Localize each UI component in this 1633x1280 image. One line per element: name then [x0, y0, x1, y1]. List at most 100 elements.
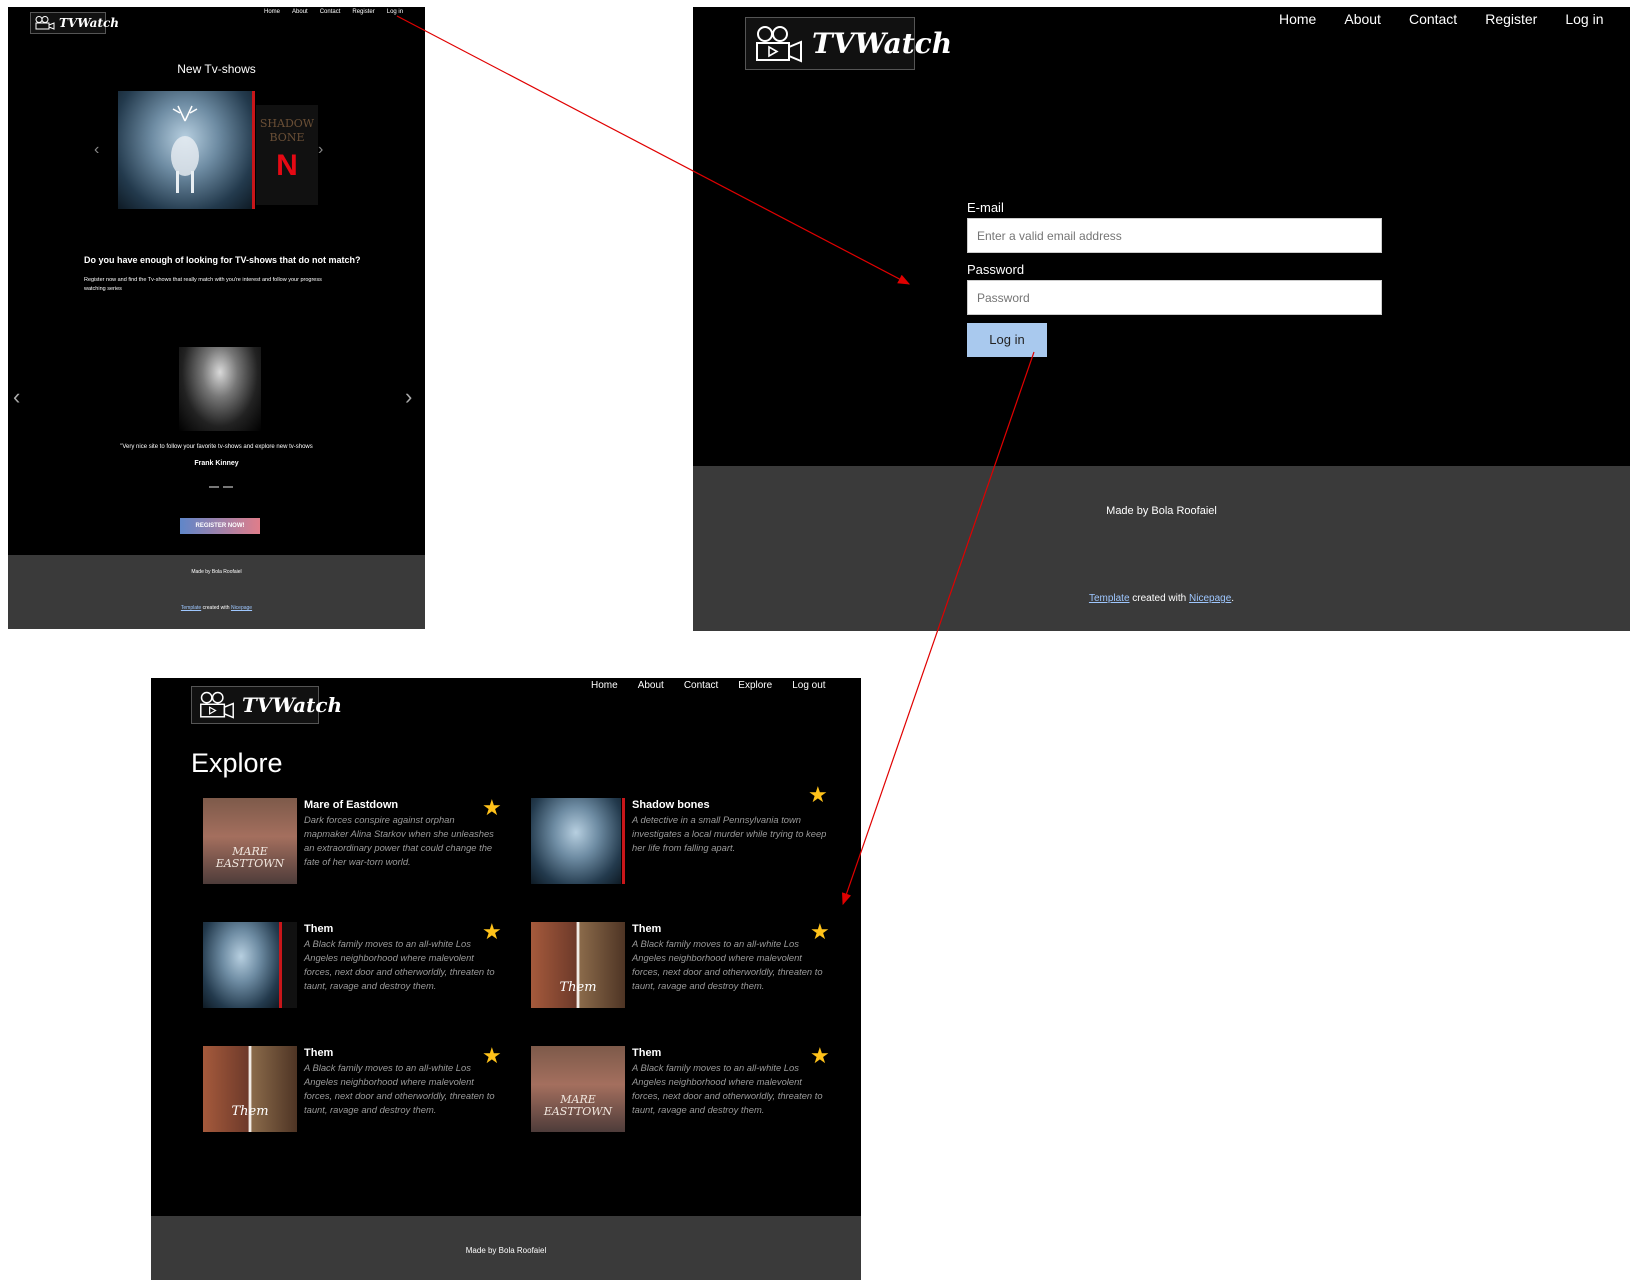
favorite-star-icon[interactable]: ★ — [808, 784, 828, 806]
home-page-screenshot: TVWatch Home About Contact Register Log … — [8, 7, 425, 629]
show-card[interactable]: Them Them A Black family moves to an all… — [531, 921, 831, 1017]
logo[interactable]: TVWatch — [745, 17, 952, 70]
poster-shadow — [531, 798, 621, 884]
nav-contact[interactable]: Contact — [684, 680, 718, 691]
carousel-prev-icon[interactable]: ‹ — [94, 141, 99, 159]
show-card[interactable]: Shadow bones A detective in a small Penn… — [531, 784, 831, 893]
card-description: Dark forces conspire against orphan mapm… — [304, 814, 494, 867]
email-field[interactable] — [967, 218, 1382, 253]
card-title: Them — [304, 923, 334, 935]
camera-icon — [754, 25, 804, 63]
footer-made-by: Made by Bola Roofaiel — [191, 569, 242, 575]
favorite-star-icon[interactable]: ★ — [482, 1045, 502, 1067]
stag-silhouette — [171, 105, 199, 193]
poster-red-bar — [622, 798, 625, 884]
logo[interactable]: TVWatch — [191, 686, 342, 724]
logo[interactable]: TVWatch — [30, 12, 119, 34]
password-label: Password — [967, 262, 1025, 277]
footer-created-with: created with — [1129, 593, 1189, 604]
card-description: A Black family moves to an all-white Los… — [632, 1062, 823, 1115]
footer-period: . — [1231, 593, 1235, 604]
camera-icon — [198, 691, 236, 719]
footer-template-link[interactable]: Template — [181, 605, 201, 611]
nav-register[interactable]: Register — [1485, 11, 1537, 27]
carousel-title: New Tv-shows — [177, 62, 256, 76]
main-nav: Home About Contact Register Log in — [1279, 11, 1604, 27]
card-title: Them — [304, 1047, 334, 1059]
headline: Do you have enough of looking for TV-sho… — [84, 255, 361, 265]
explore-page-screenshot: TVWatch Home About Contact Explore Log o… — [151, 678, 861, 1280]
footer-template-link[interactable]: Template — [1089, 593, 1130, 604]
testimonial-name: Frank Kinney — [194, 460, 239, 467]
poster-title-text: Them — [559, 980, 597, 995]
netflix-logo: N — [276, 149, 298, 182]
poster-title-text: MARE EASTTOWN — [215, 845, 285, 870]
nav-home[interactable]: Home — [264, 9, 280, 15]
carousel-next-icon[interactable]: › — [318, 141, 323, 159]
favorite-star-icon[interactable]: ★ — [482, 797, 502, 819]
poster-title-text: MARE EASTTOWN — [543, 1093, 613, 1118]
nav-home[interactable]: Home — [1279, 11, 1316, 27]
nav-about[interactable]: About — [292, 9, 308, 15]
nav-logout[interactable]: Log out — [792, 680, 825, 691]
poster-title-text: SHADOW BONE — [259, 117, 315, 144]
nav-about[interactable]: About — [638, 680, 664, 691]
indicator-dot[interactable] — [223, 486, 233, 488]
subtext: Register now and find the Tv-shows that … — [84, 277, 322, 292]
nav-contact[interactable]: Contact — [320, 9, 341, 15]
favorite-star-icon[interactable]: ★ — [482, 921, 502, 943]
camera-icon — [35, 16, 55, 30]
poster-mare: MARE EASTTOWN — [203, 798, 297, 884]
footer-created-with: created with — [201, 605, 231, 611]
card-title: Them — [632, 923, 662, 935]
nav-home[interactable]: Home — [591, 680, 618, 691]
nav-login[interactable]: Log in — [387, 9, 403, 15]
show-card[interactable]: Them A Black family moves to an all-whit… — [203, 921, 503, 1017]
logo-text: TVWatch — [812, 27, 953, 60]
login-page-screenshot: TVWatch Home About Contact Register Log … — [693, 7, 1630, 631]
testimonial-quote: "Very nice site to follow your favorite … — [120, 444, 313, 450]
page-title: Explore — [191, 748, 283, 778]
indicator-dot[interactable] — [209, 486, 219, 488]
show-card[interactable]: MARE EASTTOWN Mare of Eastdown Dark forc… — [203, 797, 503, 893]
show-card[interactable]: Them Them A Black family moves to an all… — [203, 1045, 503, 1141]
carousel-poster-stag — [118, 91, 252, 209]
avatar — [179, 347, 261, 431]
testimonial-prev-icon[interactable]: ‹ — [13, 384, 20, 410]
card-title: Shadow bones — [632, 799, 710, 811]
footer-nicepage-link[interactable]: Nicepage — [1189, 593, 1231, 604]
password-field[interactable] — [967, 280, 1382, 315]
card-description: A Black family moves to an all-white Los… — [304, 938, 495, 991]
email-label: E-mail — [967, 200, 1004, 215]
favorite-star-icon[interactable]: ★ — [810, 921, 830, 943]
card-description: A Black family moves to an all-white Los… — [304, 1062, 495, 1115]
login-button[interactable]: Log in — [967, 323, 1047, 357]
register-now-button[interactable]: REGISTER NOW! — [180, 518, 260, 534]
nav-explore[interactable]: Explore — [738, 680, 772, 691]
nav-contact[interactable]: Contact — [1409, 11, 1457, 27]
nav-register[interactable]: Register — [352, 9, 374, 15]
card-title: Them — [632, 1047, 662, 1059]
footer-made-by: Made by Bola Roofaiel — [1106, 505, 1217, 517]
poster-them: Them — [203, 1046, 297, 1132]
logo-text: TVWatch — [242, 693, 343, 717]
poster-title-text: Them — [231, 1104, 269, 1119]
nav-about[interactable]: About — [1344, 11, 1381, 27]
card-description: A Black family moves to an all-white Los… — [632, 938, 823, 991]
carousel-poster-netflix: SHADOW BONE N — [256, 105, 318, 205]
footer-made-by: Made by Bola Roofaiel — [465, 1246, 547, 1255]
testimonial-next-icon[interactable]: › — [405, 384, 412, 410]
footer-credit: Template created with Nicepage — [8, 605, 425, 611]
nav-login[interactable]: Log in — [1565, 11, 1603, 27]
show-card[interactable]: MARE EASTTOWN Them A Black family moves … — [531, 1045, 831, 1141]
logo-text: TVWatch — [59, 16, 120, 30]
card-title: Mare of Eastdown — [304, 799, 399, 811]
poster-mare: MARE EASTTOWN — [531, 1046, 625, 1132]
favorite-star-icon[interactable]: ★ — [810, 1045, 830, 1067]
home-footer: Made by Bola Roofaiel Template created w… — [8, 555, 425, 629]
main-nav: Home About Contact Register Log in — [264, 9, 403, 15]
footer-nicepage-link[interactable]: Nicepage — [231, 605, 252, 611]
testimonial-indicators — [209, 486, 233, 488]
login-footer: Made by Bola Roofaiel Template created w… — [693, 466, 1630, 631]
poster-netflix — [282, 922, 297, 1008]
